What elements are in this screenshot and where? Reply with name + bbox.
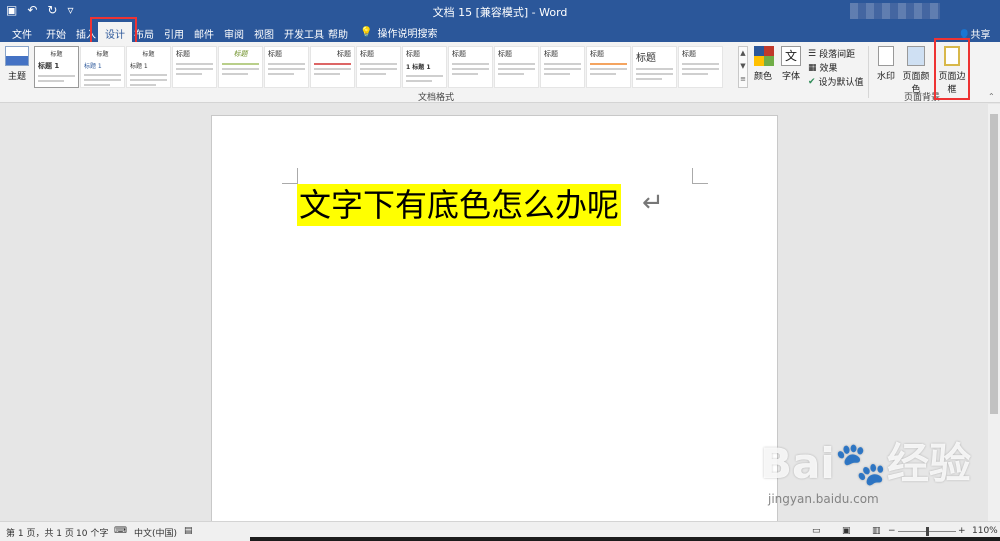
style-set-item[interactable]: 标题 [540,46,585,88]
effects-icon: ▦ [808,62,817,73]
tab-home[interactable]: 开始 [46,26,66,41]
themes-button[interactable]: 主题 [4,46,30,82]
fonts-icon: 文 [781,46,801,66]
tab-mailings[interactable]: 邮件 [194,26,214,41]
group-separator [868,46,869,98]
crop-mark [692,168,708,184]
background-group-label: 页面背景 [904,93,941,103]
tab-file[interactable]: 文件 [12,26,32,41]
style-set-item[interactable]: 标题 [172,46,217,88]
tab-view[interactable]: 视图 [254,26,274,41]
watermark-brand: Bai🐾经验 [760,439,972,488]
effects-button[interactable]: ▦ 效果 [808,61,838,75]
lightbulb-icon: 💡 [360,27,373,38]
zoom-slider-thumb[interactable] [926,527,929,536]
more-icon[interactable]: ≡ [740,75,746,83]
tab-references[interactable]: 引用 [164,26,184,41]
tab-developer[interactable]: 开发工具 [284,26,324,41]
web-layout-icon[interactable]: ▥ [872,526,881,536]
ribbon-tabs: 文件 开始 插入 设计 布局 引用 邮件 审阅 视图 开发工具 帮助 💡 操作说… [0,22,1000,42]
colors-button[interactable]: 颜色 [750,69,776,82]
tab-help[interactable]: 帮助 [328,26,348,41]
style-set-item[interactable]: 标题 1 标题 1 [402,46,447,88]
highlighted-text[interactable]: 文字下有底色怎么办呢 [297,184,622,226]
macro-icon[interactable]: ▤ [184,526,193,536]
watermark-url: jingyan.baidu.com [768,492,879,506]
word-count[interactable]: 10 个字 [76,526,108,539]
proofing-icon[interactable]: ⌨ [114,526,127,536]
set-default-button[interactable]: ✔ 设为默认值 [808,75,864,89]
tab-insert[interactable]: 插入 [76,26,96,41]
gallery-group-label: 文档格式 [418,93,455,103]
zoom-level[interactable]: 110% [972,526,998,536]
style-set-item[interactable]: 标题 [632,46,677,88]
style-set-item[interactable]: 标题 [494,46,539,88]
tab-design[interactable]: 设计 [98,22,132,42]
style-set-gallery: 标题 标题 1 标题 标题 1 标题 标题 1 标题 标题 标题 标题 标题 标题 1… [30,46,736,88]
read-mode-icon[interactable]: ▭ [812,526,821,536]
style-set-item[interactable]: 标题 标题 1 [80,46,125,88]
title-bar: ▣ ↶ ↻ ▿ 文档 15 [兼容模式] - Word [0,0,1000,22]
print-layout-icon[interactable]: ▣ [842,526,851,536]
person-icon: 👤 [958,30,971,41]
style-set-item[interactable]: 标题 [448,46,493,88]
chevron-down-icon[interactable]: ▼ [740,62,745,70]
page-count[interactable]: 第 1 页，共 1 页 [6,526,74,539]
page-borders-icon [944,46,960,66]
style-set-item[interactable]: 标题 [264,46,309,88]
collapse-ribbon-icon[interactable]: ⌃ [988,92,995,101]
style-set-item[interactable]: 标题 标题 1 [126,46,171,88]
colors-icon [754,46,774,66]
share-button[interactable]: 👤共享 [958,26,990,41]
account-area[interactable] [850,3,940,19]
tell-me-search[interactable]: 💡 操作说明搜索 [360,25,437,40]
baidu-watermark: Bai🐾经验 jingyan.baidu.com [760,430,972,530]
page-borders-button[interactable]: 页面边框 [935,46,969,95]
style-set-item[interactable]: 标题 [218,46,263,88]
chevron-up-icon[interactable]: ▲ [740,49,745,57]
crop-mark [282,168,298,184]
fonts-button[interactable]: 文 字体 [779,46,803,82]
zoom-in-icon[interactable]: + [958,526,966,536]
paragraph-mark: ↵ [642,188,664,218]
style-set-item[interactable]: 标题 标题 1 [34,46,79,88]
style-set-item[interactable]: 标题 [586,46,631,88]
tab-review[interactable]: 审阅 [224,26,244,41]
style-set-item[interactable]: 标题 [678,46,723,88]
document-page[interactable]: 文字下有底色怎么办呢 ↵ [211,115,778,525]
tab-layout[interactable]: 布局 [134,26,154,41]
page-color-icon [907,46,925,66]
os-taskbar [250,537,1000,541]
vertical-scrollbar[interactable] [988,104,1000,521]
ribbon-design: 主题 标题 标题 1 标题 标题 1 标题 标题 1 标题 标题 标题 标题 标题 … [0,42,1000,103]
scrollbar-thumb[interactable] [990,114,998,414]
style-set-item[interactable]: 标题 [310,46,355,88]
gallery-scroll[interactable]: ▲ ▼ ≡ [738,46,748,88]
page-color-button[interactable]: 页面颜色 [899,46,933,95]
search-label: 操作说明搜索 [377,29,438,40]
watermark-icon [878,46,894,66]
style-set-item[interactable]: 标题 [356,46,401,88]
theme-icon [5,46,29,66]
zoom-out-icon[interactable]: − [888,526,896,536]
paragraph-spacing-icon: ☰ [808,48,817,59]
checkmark-icon: ✔ [808,76,816,87]
watermark-button[interactable]: 水印 [874,46,898,82]
paragraph-spacing-button[interactable]: ☰ 段落间距 [808,47,855,61]
language-indicator[interactable]: 中文(中国) [134,526,177,539]
